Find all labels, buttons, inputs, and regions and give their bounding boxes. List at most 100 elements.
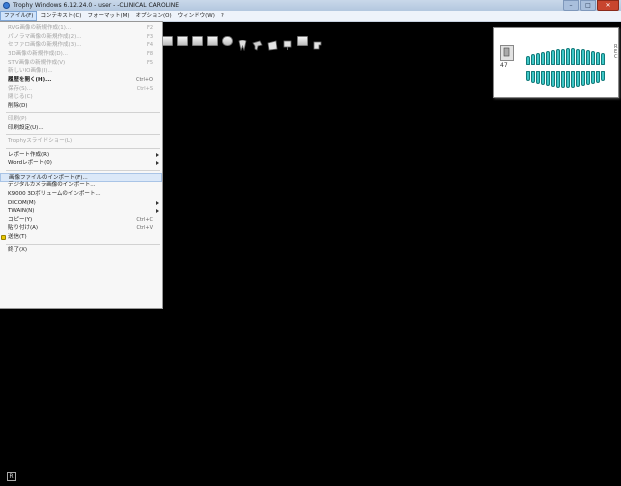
menu-separator <box>6 243 160 245</box>
file-menu-item: Trophyスライドショー(L) <box>0 137 162 146</box>
menu-item-label: RVG画像の新規作成(1)... <box>8 25 72 31</box>
menu-separator <box>6 134 160 136</box>
menu-item-label: 送信(T) <box>8 234 27 241</box>
menu-window[interactable]: ウィンドウ(W) <box>175 11 218 21</box>
upper-teeth-row[interactable] <box>524 48 606 65</box>
panoramic-icon[interactable] <box>177 36 188 46</box>
intraoral-camera-icon[interactable] <box>252 36 263 51</box>
export-icon[interactable] <box>312 36 323 50</box>
submenu-arrow-icon <box>156 209 159 214</box>
menu-item-shortcut: F2 <box>146 25 153 31</box>
menu-item-label: DICOM(M) <box>8 199 36 206</box>
menu-item-shortcut: F8 <box>146 50 153 57</box>
title-bar: Trophy Windows 6.12.24.0 - user - -CLINI… <box>0 0 621 11</box>
menu-item-shortcut: Ctrl+S <box>136 85 153 92</box>
sensor-icon[interactable] <box>282 36 293 50</box>
file-menu-item: 保存(S)... Ctrl+S <box>0 85 162 94</box>
file-menu-item[interactable]: DICOM(M) <box>0 199 162 208</box>
crop-icon[interactable] <box>267 36 278 51</box>
maximize-button[interactable]: □ <box>580 0 596 11</box>
menu-item-label: セファロ画像の新規作成(3)... <box>8 42 82 49</box>
file-menu-item[interactable]: 削除(D) <box>0 102 162 111</box>
cephalo-icon[interactable] <box>192 36 203 46</box>
menu-format[interactable]: フォーマット(M) <box>84 11 132 21</box>
file-menu-item: 閉じる(C) <box>0 93 162 102</box>
file-menu-item[interactable]: デジタルカメラ画像のインポート... <box>0 181 162 190</box>
file-menu-item: セファロ画像の新規作成(3)... F4 <box>0 41 162 50</box>
submenu-arrow-icon <box>156 161 159 166</box>
menu-item-label: 貼り付け(A) <box>8 225 39 232</box>
menu-item-label: 削除(D) <box>8 102 28 109</box>
menu-item-label: コピー(Y) <box>8 216 33 223</box>
menu-item-label: 保存(S)... <box>8 85 33 92</box>
menu-item-label: 終了(X) <box>8 247 28 254</box>
menu-item-label: 履歴を開く(H)... <box>8 76 52 83</box>
menu-options[interactable]: オプション(O) <box>132 11 174 21</box>
menu-item-label: 印刷設定(U)... <box>8 124 44 131</box>
menu-item-shortcut: Ctrl+O <box>135 76 153 83</box>
tooth-chart-preview[interactable]: 47 R E C <box>493 27 619 98</box>
window-controls: – □ ✕ <box>563 0 619 11</box>
menu-item-label: Trophyスライドショー(L) <box>8 138 73 145</box>
menu-item-label: 新しいIO画像(I)... <box>8 68 53 75</box>
minimize-button[interactable]: – <box>563 0 579 11</box>
menu-separator <box>6 112 160 114</box>
file-menu-item[interactable]: 貼り付け(A) Ctrl+V <box>0 224 162 233</box>
menu-item-label: STV画像の新規作成(V) <box>8 59 66 66</box>
menu-separator <box>6 169 160 171</box>
app-icon <box>3 2 10 9</box>
lower-teeth-row[interactable] <box>524 71 606 88</box>
orientation-badge: R <box>7 472 16 481</box>
send-status-icon <box>1 235 6 241</box>
close-button[interactable]: ✕ <box>597 0 619 11</box>
image-frame-icon[interactable] <box>162 36 173 46</box>
file-menu-item: STV画像の新規作成(V) F5 <box>0 59 162 68</box>
capsule-icon[interactable] <box>222 36 233 46</box>
menu-item-shortcut: Ctrl+C <box>136 216 153 223</box>
window-title: Trophy Windows 6.12.24.0 - user - -CLINI… <box>13 2 180 9</box>
menu-item-label: 印刷(P) <box>8 116 27 123</box>
file-menu-item[interactable]: 履歴を開く(H)... Ctrl+O <box>0 76 162 85</box>
menu-item-label: デジタルカメラ画像のインポート... <box>8 182 96 189</box>
menu-item-shortcut: F4 <box>146 42 153 49</box>
file-menu-item[interactable]: 終了(X) <box>0 246 162 255</box>
file-menu-item[interactable]: コピー(Y) Ctrl+C <box>0 216 162 225</box>
submenu-arrow-icon <box>156 200 159 205</box>
menu-item-label: レポート作成(R) <box>8 151 50 158</box>
menu-item-label: TWAIN(N) <box>8 208 35 215</box>
volume-icon[interactable] <box>207 36 218 46</box>
menu-item-label: パノラマ画像の新規作成(2)... <box>8 33 82 40</box>
menu-item-label: K9000 3Dボリュームのインポート... <box>8 190 101 197</box>
tooth-icon[interactable] <box>237 36 248 52</box>
file-menu-item: パノラマ画像の新規作成(2)... F3 <box>0 33 162 42</box>
file-menu-item[interactable]: TWAIN(N) <box>0 207 162 216</box>
file-menu-dropdown: RVG画像の新規作成(1)... F2 パノラマ画像の新規作成(2)... F3 セファ… <box>0 21 163 309</box>
menu-item-shortcut: F5 <box>146 59 153 66</box>
side-letters: R E C <box>614 44 618 60</box>
file-menu-item: 3D画像の新規作成(D)... F8 <box>0 50 162 59</box>
menu-item-shortcut: F3 <box>146 33 153 40</box>
file-menu-item[interactable]: 印刷設定(U)... <box>0 124 162 133</box>
file-menu-item[interactable]: レポート作成(R) <box>0 151 162 160</box>
menu-file[interactable]: ファイル(F) <box>0 11 38 21</box>
tooth-number: 47 <box>500 62 508 69</box>
menu-context[interactable]: コンテキスト(C) <box>37 11 84 21</box>
file-menu-item[interactable]: 送信(T) <box>0 233 162 242</box>
menu-help[interactable]: ? <box>218 11 227 21</box>
screen-icon[interactable] <box>297 36 308 46</box>
menu-separator <box>6 147 160 149</box>
menu-item-shortcut: Ctrl+V <box>136 225 153 232</box>
file-menu-item[interactable]: Wordレポート(0) <box>0 159 162 168</box>
file-menu-item[interactable]: 画像ファイルのインポート(F)... <box>0 172 162 182</box>
menu-item-label: 3D画像の新規作成(D)... <box>8 50 69 57</box>
menu-item-label: Wordレポート(0) <box>8 160 52 167</box>
file-menu-item: 新しいIO画像(I)... <box>0 67 162 76</box>
film-tile[interactable] <box>500 45 514 61</box>
menu-item-label: 閉じる(C) <box>8 94 33 101</box>
file-menu-item: RVG画像の新規作成(1)... F2 <box>0 24 162 33</box>
file-menu-item: 印刷(P) <box>0 115 162 124</box>
file-menu-item[interactable]: K9000 3Dボリュームのインポート... <box>0 190 162 199</box>
film-icon <box>503 47 510 57</box>
submenu-arrow-icon <box>156 152 159 157</box>
toolbar <box>162 34 323 52</box>
